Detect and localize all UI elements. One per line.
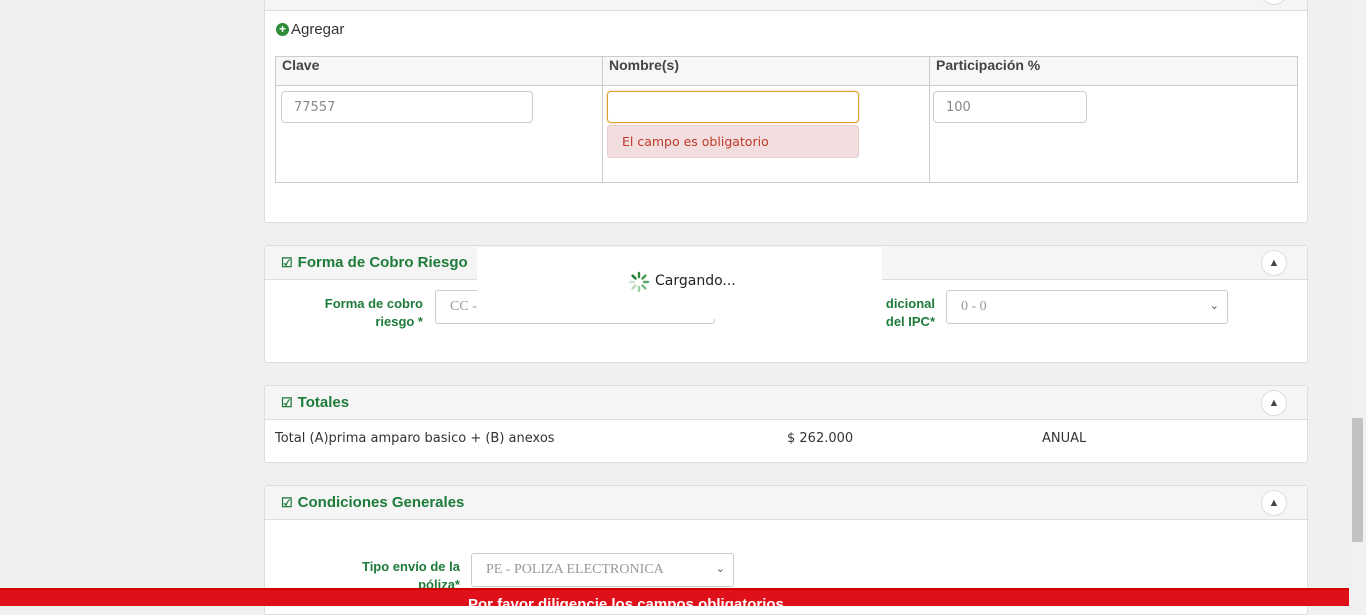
clave-input[interactable]: 77557 [281,91,533,123]
plus-circle-icon: + [276,23,289,36]
add-button[interactable]: + Agregar [276,21,344,38]
forma-cobro-collapse-button[interactable]: ▲ [1261,250,1287,276]
chevron-down-icon: ⌄ [715,563,725,575]
totales-panel: ☑ Totales ▲ [264,385,1308,463]
participants-collapse-button[interactable]: ▲ [1261,0,1287,5]
totales-period: ANUAL [1042,431,1087,446]
totales-collapse-button[interactable]: ▲ [1261,390,1287,416]
loading-text: Cargando... [655,273,736,289]
edit-icon: ☑ [281,255,293,270]
forma-cobro-value: CC - [450,299,477,314]
envio-value: PE - POLIZA ELECTRONICA [486,562,664,577]
condiciones-title-wrap: ☑ Condiciones Generales [281,494,464,511]
chevron-down-icon: ⌄ [1209,300,1219,312]
envio-select[interactable]: PE - POLIZA ELECTRONICA ⌄ [471,553,734,587]
totales-title-wrap: ☑ Totales [281,394,349,411]
totales-row-label: Total (A)prima amparo basico + (B) anexo… [275,431,555,446]
condiciones-title: Condiciones Generales [297,494,465,511]
vertical-scrollbar[interactable] [1349,0,1366,604]
loading-dialog: Cargando... [477,247,882,319]
chevron-up-icon: ▲ [1268,397,1280,409]
participants-panel-header: ▲ [265,0,1307,11]
column-header-clave: Clave [275,56,603,86]
ipc-select[interactable]: 0 - 0 ⌄ [946,290,1228,324]
nombre-error-message: El campo es obligatorio [607,125,859,158]
column-header-nombre: Nombre(s) [602,56,930,86]
required-fields-alert-text: Por favor diligencie los campos obligato… [468,596,784,606]
add-button-label: Agregar [291,21,345,38]
forma-cobro-title-wrap: ☑ Forma de Cobro Riesgo [281,254,468,271]
participacion-input[interactable]: 100 [933,91,1087,123]
totales-amount: $ 262.000 [787,431,854,446]
scrollbar-thumb[interactable] [1352,418,1363,542]
required-fields-alert: Por favor diligencie los campos obligato… [0,588,1349,606]
chevron-up-icon: ▲ [1268,497,1280,509]
condiciones-collapse-button[interactable]: ▲ [1261,490,1287,516]
spinner-icon [628,271,650,293]
edit-icon: ☑ [281,495,293,510]
totales-header[interactable]: ☑ Totales ▲ [265,386,1307,420]
edit-icon: ☑ [281,395,293,410]
chevron-up-icon: ▲ [1268,257,1280,269]
column-header-participacion: Participación % [929,56,1298,86]
ipc-label: dicional del IPC* [885,296,935,329]
forma-cobro-label: Forma de cobro riesgo * [324,296,423,329]
totales-title: Totales [297,394,350,411]
forma-cobro-title: Forma de Cobro Riesgo [297,254,468,271]
ipc-value: 0 - 0 [961,299,987,314]
nombre-input[interactable] [607,91,859,123]
condiciones-header[interactable]: ☑ Condiciones Generales ▲ [265,486,1307,520]
